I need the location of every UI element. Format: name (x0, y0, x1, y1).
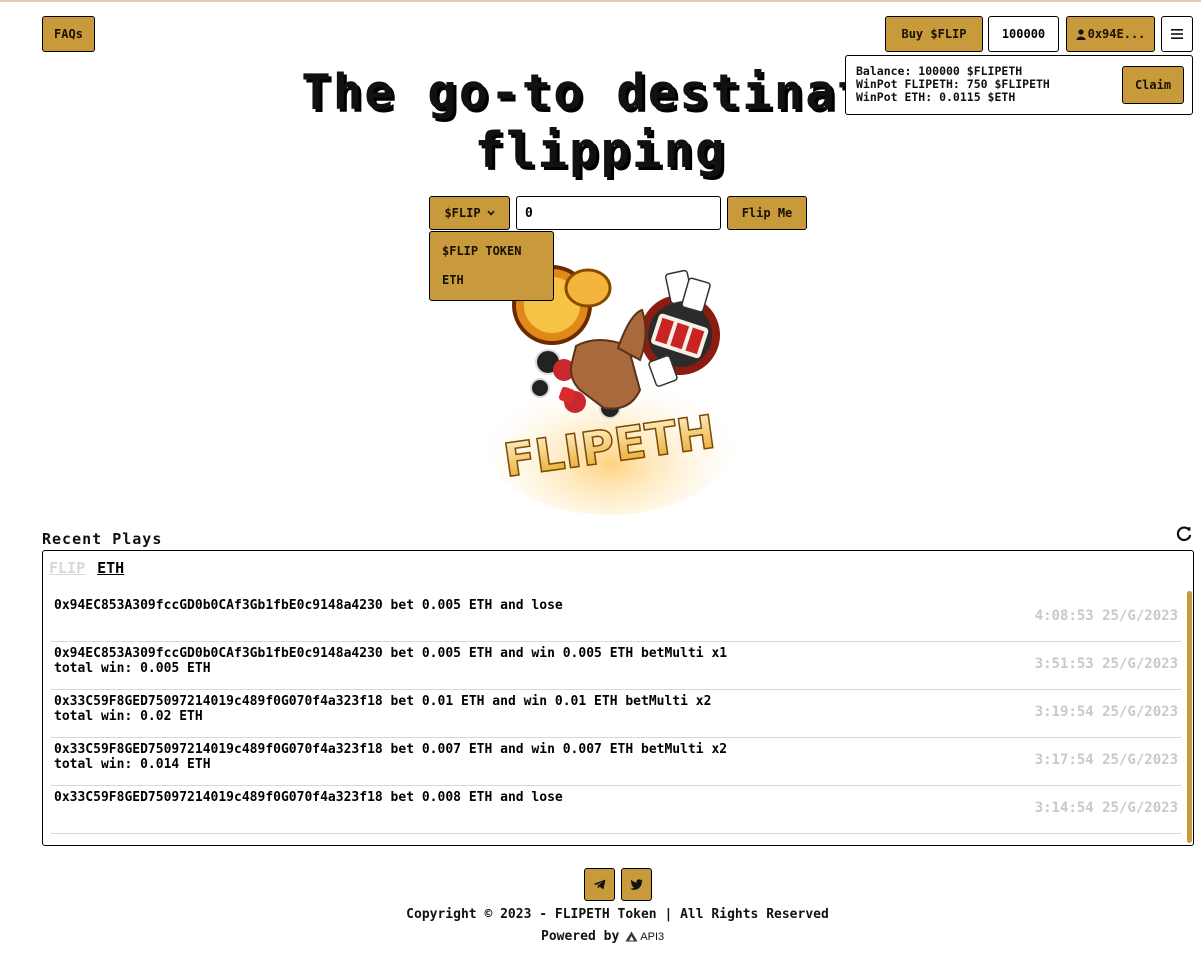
play-description: 0x33C59F8GED75097214019c489f0G070f4a323f… (54, 742, 728, 772)
flip-me-button[interactable]: Flip Me (727, 196, 807, 230)
recent-plays-title: Recent Plays (42, 530, 163, 548)
play-timestamp: 4:08:53 25/G/2023 (1034, 608, 1178, 624)
wallet-popover: Balance: 100000 $FLIPETH WinPot FLIPETH:… (845, 55, 1193, 115)
telegram-icon (593, 879, 606, 890)
telegram-button[interactable] (584, 868, 615, 901)
powered-by: Powered by API3 (541, 929, 664, 944)
powered-by-label: Powered by (541, 929, 620, 944)
token-option-eth[interactable]: ETH (442, 273, 464, 287)
hamburger-icon (1171, 29, 1183, 39)
faq-button[interactable]: FAQs (42, 16, 95, 52)
play-description: 0x94EC853A309fccGD0b0CAf3Gb1fbE0c9148a42… (54, 598, 563, 613)
account-address: 0x94E... (1087, 27, 1146, 41)
play-timestamp: 3:51:53 25/G/2023 (1034, 656, 1178, 672)
play-row: 0x94EC853A309fccGD0b0CAf3Gb1fbE0c9148a42… (51, 642, 1181, 690)
hero-title-line-2: flipping (474, 122, 727, 179)
user-icon (1076, 28, 1086, 40)
token-select[interactable]: $FLIP (429, 196, 510, 230)
api3-link[interactable]: API3 (625, 931, 664, 943)
claim-button[interactable]: Claim (1122, 66, 1184, 104)
account-button[interactable]: 0x94E... (1066, 16, 1155, 52)
twitter-icon (630, 879, 643, 890)
token-select-value: $FLIP (444, 206, 481, 220)
play-row: 0x33C59F8GED75097214019c489f0G070f4a323f… (51, 690, 1181, 738)
play-row: 0x33C59F8GED75097214019c489f0G070f4a323f… (51, 738, 1181, 786)
winpot-eth-line: WinPot ETH: 0.0115 $ETH (856, 90, 1016, 104)
play-row: 0x33C59F8GED75097214019c489f0G070f4a323f… (51, 786, 1181, 834)
menu-button[interactable] (1161, 16, 1193, 52)
refresh-icon[interactable] (1175, 525, 1193, 543)
recent-plays-panel: FLIP ETH 0x94EC853A309fccGD0b0CAf3Gb1fbE… (42, 550, 1194, 846)
bet-amount-input[interactable] (516, 196, 721, 230)
play-row: 0x94EC853A309fccGD0b0CAf3Gb1fbE0c9148a42… (51, 594, 1181, 642)
token-option-flip[interactable]: $FLIP TOKEN (442, 244, 521, 258)
tab-flip[interactable]: FLIP (49, 559, 85, 577)
balance-display: 100000 (988, 16, 1059, 52)
buy-flip-button[interactable]: Buy $FLIP (885, 16, 983, 52)
copyright-text: Copyright © 2023 - FLIPETH Token | All R… (406, 907, 829, 922)
twitter-button[interactable] (621, 868, 652, 901)
play-timestamp: 3:19:54 25/G/2023 (1034, 704, 1178, 720)
recent-tabs: FLIP ETH (49, 559, 124, 577)
play-timestamp: 3:14:54 25/G/2023 (1034, 800, 1178, 816)
api3-label: API3 (640, 930, 665, 943)
wallet-info: Balance: 100000 $FLIPETH WinPot FLIPETH:… (856, 65, 1050, 104)
plays-scrollbar[interactable] (1187, 591, 1192, 843)
play-description: 0x33C59F8GED75097214019c489f0G070f4a323f… (54, 790, 563, 805)
tab-eth[interactable]: ETH (97, 559, 124, 577)
play-description: 0x33C59F8GED75097214019c489f0G070f4a323f… (54, 694, 712, 724)
play-description: 0x94EC853A309fccGD0b0CAf3Gb1fbE0c9148a42… (54, 646, 728, 676)
plays-list: 0x94EC853A309fccGD0b0CAf3Gb1fbE0c9148a42… (51, 594, 1181, 834)
api3-logo-icon (625, 931, 638, 942)
top-border (0, 0, 1201, 2)
play-timestamp: 3:17:54 25/G/2023 (1034, 752, 1178, 768)
token-dropdown: $FLIP TOKEN ETH (429, 231, 554, 301)
chevron-down-icon (486, 210, 495, 216)
